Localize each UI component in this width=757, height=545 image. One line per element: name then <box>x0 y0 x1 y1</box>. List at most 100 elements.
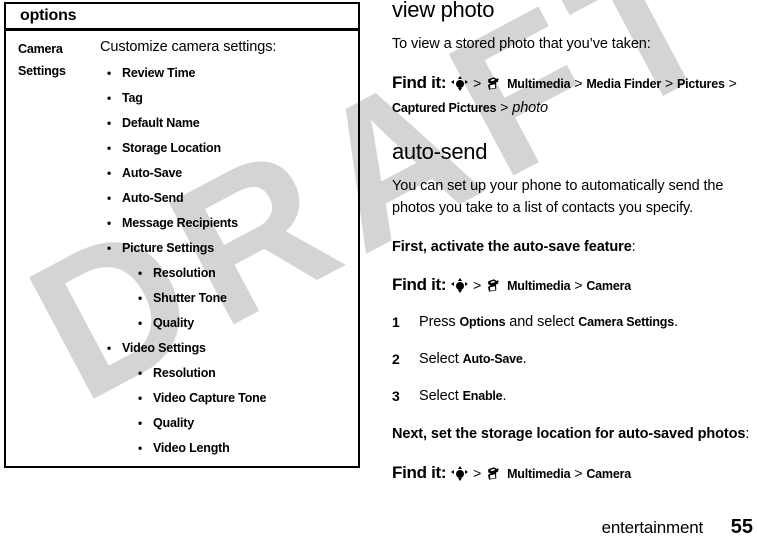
step-bold-1: Options <box>459 315 506 329</box>
auto-send-lead-1: First, activate the auto-save feature: <box>392 236 750 259</box>
path-separator: > <box>664 74 674 91</box>
step-bold-1: Enable <box>462 389 503 403</box>
bullet-icon: • <box>107 116 112 130</box>
bullet-icon: • <box>138 416 143 430</box>
bullet-icon: • <box>107 191 112 205</box>
path-separator: > <box>574 74 583 91</box>
manual-page: options Camera Settings Customize camera… <box>0 0 757 545</box>
path-segment-camera: Camera <box>586 279 631 293</box>
list-item-label: Default Name <box>122 116 200 130</box>
list-item-label: Resolution <box>153 366 216 380</box>
find-it-auto-save: Find it: > Multimedia > Camera <box>392 273 750 298</box>
bullet-icon: • <box>107 66 112 80</box>
list-item: • Tag <box>100 86 352 111</box>
section-title-auto-send: auto-send <box>392 138 488 164</box>
path-segment-multimedia: Multimedia <box>507 76 571 91</box>
footer-chapter-name: entertainment <box>601 518 704 537</box>
bullet-icon: • <box>138 366 143 380</box>
multimedia-icon <box>486 76 501 91</box>
path-separator: > <box>500 98 509 115</box>
list-item: • Auto-Save <box>100 161 352 186</box>
footer-page-number: 55 <box>730 516 753 538</box>
step-text-post: . <box>522 351 527 367</box>
path-segment-multimedia: Multimedia <box>507 466 571 481</box>
list-item: • Picture Settings <box>100 236 352 261</box>
bullet-icon: • <box>138 391 143 405</box>
list-item: • Quality <box>100 411 352 436</box>
list-item-label: Video Settings <box>122 341 206 355</box>
path-segment-multimedia: Multimedia <box>507 279 571 293</box>
step-number: 3 <box>392 388 400 404</box>
list-item: • Resolution <box>100 361 352 386</box>
page-footer: entertainment 55 <box>0 516 757 545</box>
list-item-label: Video Length <box>153 441 230 455</box>
auto-send-lead-1-tail: : <box>631 238 636 255</box>
step-text-post: . <box>673 314 678 330</box>
list-item: • Shutter Tone <box>100 286 352 311</box>
joystick-nav-icon <box>451 278 469 293</box>
path-separator: > <box>574 277 583 293</box>
bullet-icon: • <box>138 266 143 280</box>
auto-send-lead-2: Next, set the storage location for auto-… <box>392 423 750 446</box>
list-item-label: Storage Location <box>122 141 221 155</box>
step-bold-2: Camera Settings <box>578 315 674 329</box>
find-it-label: Find it: <box>392 462 447 482</box>
options-row-label-line-2: Settings <box>18 64 66 78</box>
list-item-label: Quality <box>153 316 194 330</box>
bullet-icon: • <box>107 216 112 230</box>
find-it-label: Find it: <box>392 275 447 294</box>
list-item: • Message Recipients <box>100 211 352 236</box>
bullet-icon: • <box>138 316 143 330</box>
list-item: • Storage Location <box>100 136 352 161</box>
list-item: 2 Select Auto-Save. <box>392 349 750 370</box>
step-text-pre: Select <box>419 388 463 404</box>
list-item: • Quality <box>100 311 352 336</box>
auto-send-lead-1-bold: First, activate the auto-save feature <box>392 238 632 255</box>
bullet-icon: • <box>107 91 112 105</box>
options-table: options Camera Settings Customize camera… <box>4 2 360 468</box>
step-number: 2 <box>392 351 400 367</box>
list-item-label: Review Time <box>122 66 196 80</box>
joystick-nav-icon <box>451 465 469 481</box>
auto-send-lead-2-bold: Next, set the storage location for auto-… <box>392 426 746 442</box>
step-number: 1 <box>392 314 400 330</box>
list-item-label: Video Capture Tone <box>153 391 267 405</box>
path-separator: > <box>473 464 482 481</box>
list-item-label: Tag <box>122 91 143 105</box>
path-segment-photo: photo <box>512 99 549 116</box>
auto-send-body: You can set up your phone to automatical… <box>392 177 724 217</box>
find-it-view-photo: Find it: > Multimedia > Media Finder > P… <box>392 71 750 120</box>
find-it-label: Find it: <box>392 72 447 92</box>
path-segment-captured-pictures: Captured Pictures <box>392 100 497 115</box>
list-item: • Auto-Send <box>100 186 352 211</box>
path-separator: > <box>473 277 482 293</box>
section-title-view-photo: view photo <box>392 0 495 22</box>
options-table-row: Camera Settings Customize camera setting… <box>4 31 360 468</box>
path-separator: > <box>473 74 482 91</box>
path-separator: > <box>574 464 583 481</box>
list-item-label: Message Recipients <box>122 216 238 230</box>
bullet-icon: • <box>107 166 112 180</box>
view-photo-body: To view a stored photo that you’ve taken… <box>392 36 651 52</box>
path-separator: > <box>728 74 737 91</box>
bullet-icon: • <box>107 241 112 255</box>
step-text-post: . <box>502 388 507 404</box>
list-item: • Review Time <box>100 61 352 86</box>
camera-settings-list: • Review Time • Tag • Default Name • Storage… <box>100 61 352 461</box>
joystick-nav-icon <box>451 75 469 91</box>
step-text-mid: and select <box>505 314 579 330</box>
list-item-label: Auto-Save <box>122 166 183 180</box>
list-item-label: Quality <box>153 416 194 430</box>
options-table-header-label: options <box>20 7 77 24</box>
path-segment-pictures: Pictures <box>676 76 725 91</box>
list-item-label: Shutter Tone <box>153 291 227 305</box>
path-segment-camera: Camera <box>586 466 631 481</box>
step-text-pre: Select <box>419 351 463 367</box>
bullet-icon: • <box>107 141 112 155</box>
content-column: view photo To view a stored photo that y… <box>392 0 750 486</box>
path-segment-media-finder: Media Finder <box>586 76 662 91</box>
options-row-content: Customize camera settings: • Review Time … <box>100 37 358 466</box>
step-bold-1: Auto-Save <box>462 352 523 366</box>
find-it-storage-location: Find it: > Multimedia > Camera <box>392 461 750 486</box>
list-item-label: Auto-Send <box>122 191 184 205</box>
